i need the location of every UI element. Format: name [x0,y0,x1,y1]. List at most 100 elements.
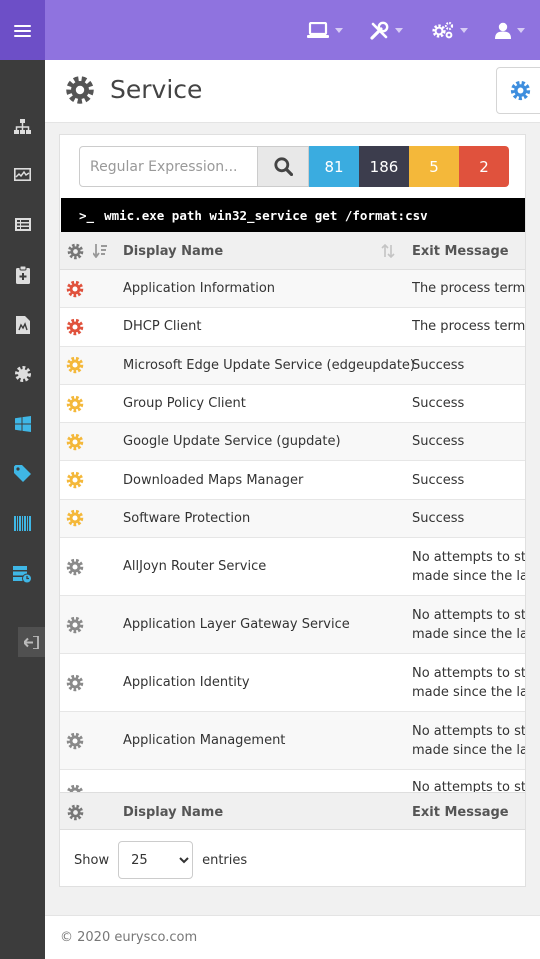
list-icon [14,217,31,231]
table-row[interactable]: Downloaded Maps Manager Success [60,461,525,500]
service-display-name: Application Information [123,281,276,297]
windows-icon [14,416,31,432]
tag-icon [14,464,31,482]
page-header: Service [45,60,540,123]
service-exit-message: No attempts to sta [412,780,526,792]
service-display-name: Application Layer Gateway Service [123,617,350,633]
status-column-footer [67,793,84,831]
sidebar-item-scheduler[interactable] [0,556,45,592]
service-display-name: Microsoft Edge Update Service (edgeupdat… [123,357,415,373]
show-label: Show [74,852,110,868]
cogs-icon [432,21,454,39]
status-info-icon [66,770,84,792]
table-row[interactable]: AllJoyn Router Service No attempts to sta… [60,538,526,597]
sidebar-collapse-button[interactable] [18,627,45,657]
sidebar-item-services[interactable] [0,356,45,392]
service-exit-message: Success [412,510,465,526]
server-clock-icon [13,565,32,583]
regex-search-input[interactable] [79,146,258,187]
sort-both-icon[interactable] [381,232,395,270]
barcode-icon [14,515,31,531]
file-icon [15,316,30,334]
service-display-name: Application Identity [123,675,250,691]
service-exit-message: No attempts to sta made since the las [412,607,526,642]
page-settings-button[interactable] [496,67,540,114]
sitemap-icon [14,118,31,134]
table-row[interactable]: Application Information The process termi… [60,270,525,309]
search-icon [273,157,293,176]
bars-icon [14,24,31,37]
gear-icon [65,75,95,109]
service-exit-message: Success [412,396,465,412]
status-warning-icon [66,347,84,384]
status-warning-icon [66,385,84,422]
nav-settings-menu[interactable] [431,0,468,60]
service-exit-message: Success [412,472,465,488]
table-row[interactable]: No attempts to sta [60,770,526,792]
sidebar-item-list[interactable] [0,206,45,242]
nav-user-menu[interactable] [495,0,525,60]
status-column-header[interactable] [67,232,84,270]
sidebar-item-tasks[interactable] [0,257,45,293]
page-length-control: Show 25 entries [74,841,247,879]
exit-message-column-footer: Exit Message [412,804,509,820]
service-display-name: Group Policy Client [123,396,246,412]
gear-icon [67,243,84,259]
nav-tools-menu[interactable] [370,0,403,60]
table-row[interactable]: Application Layer Gateway Service No atte… [60,596,526,655]
chevron-down-icon [517,27,525,33]
sidebar-item-windows[interactable] [0,406,45,442]
count-warning-badge[interactable]: 5 [409,146,459,187]
tools-icon [370,21,389,40]
chart-icon [14,167,31,181]
sort-amount-icon [93,244,107,258]
status-info-icon [66,712,84,769]
terminal-prompt-icon: >_ [79,207,95,223]
exit-message-column-header[interactable]: Exit Message [412,232,509,270]
clipboard-icon [15,266,30,284]
nav-computer-menu[interactable] [307,0,343,60]
page-footer: © 2020 eurysco.com [45,915,540,959]
sidebar-item-tags[interactable] [0,455,45,491]
table-row[interactable]: Google Update Service (gupdate) Success [60,423,525,462]
chevron-down-icon [335,27,343,33]
service-display-name: Google Update Service (gupdate) [123,434,341,450]
table-row[interactable]: Application Management No attempts to sta… [60,712,525,771]
sidebar-item-inventory[interactable] [0,505,45,541]
status-info-icon [66,654,84,711]
table-footer: Display Name Exit Message [60,792,525,831]
table-row[interactable]: Software Protection Success [60,499,525,539]
count-total-badge[interactable]: 186 [359,146,409,187]
sort-button[interactable] [93,232,107,270]
gear-icon [67,804,84,820]
table-row[interactable]: Group Policy Client Success [60,384,525,424]
sidebar [0,60,45,959]
sidebar-item-events[interactable] [0,307,45,343]
sidebar-item-performance[interactable] [0,156,45,192]
command-text: wmic.exe path win32_service get /format:… [104,207,428,223]
gear-icon [510,80,531,101]
service-display-name: AllJoyn Router Service [123,559,267,575]
table-row[interactable]: DHCP Client The process termin [60,308,525,347]
search-button[interactable] [258,146,309,187]
display-name-column-footer: Display Name [123,804,224,820]
count-info-badge[interactable]: 81 [309,146,359,187]
sign-out-icon [24,635,39,649]
service-exit-message: Success [412,357,465,373]
page-length-select[interactable]: 25 [118,841,194,879]
service-exit-message: No attempts to sta made since the las [412,549,526,584]
display-name-column-header[interactable]: Display Name [123,232,223,270]
status-info-icon [66,538,84,595]
status-warning-icon [66,500,84,537]
menu-toggle-button[interactable] [0,0,45,60]
table-row[interactable]: Application Identity No attempts to sta m… [60,654,526,713]
table-header: Display Name Exit Message [60,232,525,270]
sidebar-item-sitemap[interactable] [0,108,45,144]
service-exit-message: No attempts to sta made since the las [412,665,526,700]
status-warning-icon [66,423,84,460]
copyright-text: © 2020 eurysco.com [60,930,198,945]
count-error-badge[interactable]: 2 [459,146,509,187]
services-card: 81 186 5 2 >_ wmic.exe path win32_servic… [59,134,526,887]
table-row[interactable]: Microsoft Edge Update Service (edgeupdat… [60,346,525,385]
gear-icon [14,366,31,382]
